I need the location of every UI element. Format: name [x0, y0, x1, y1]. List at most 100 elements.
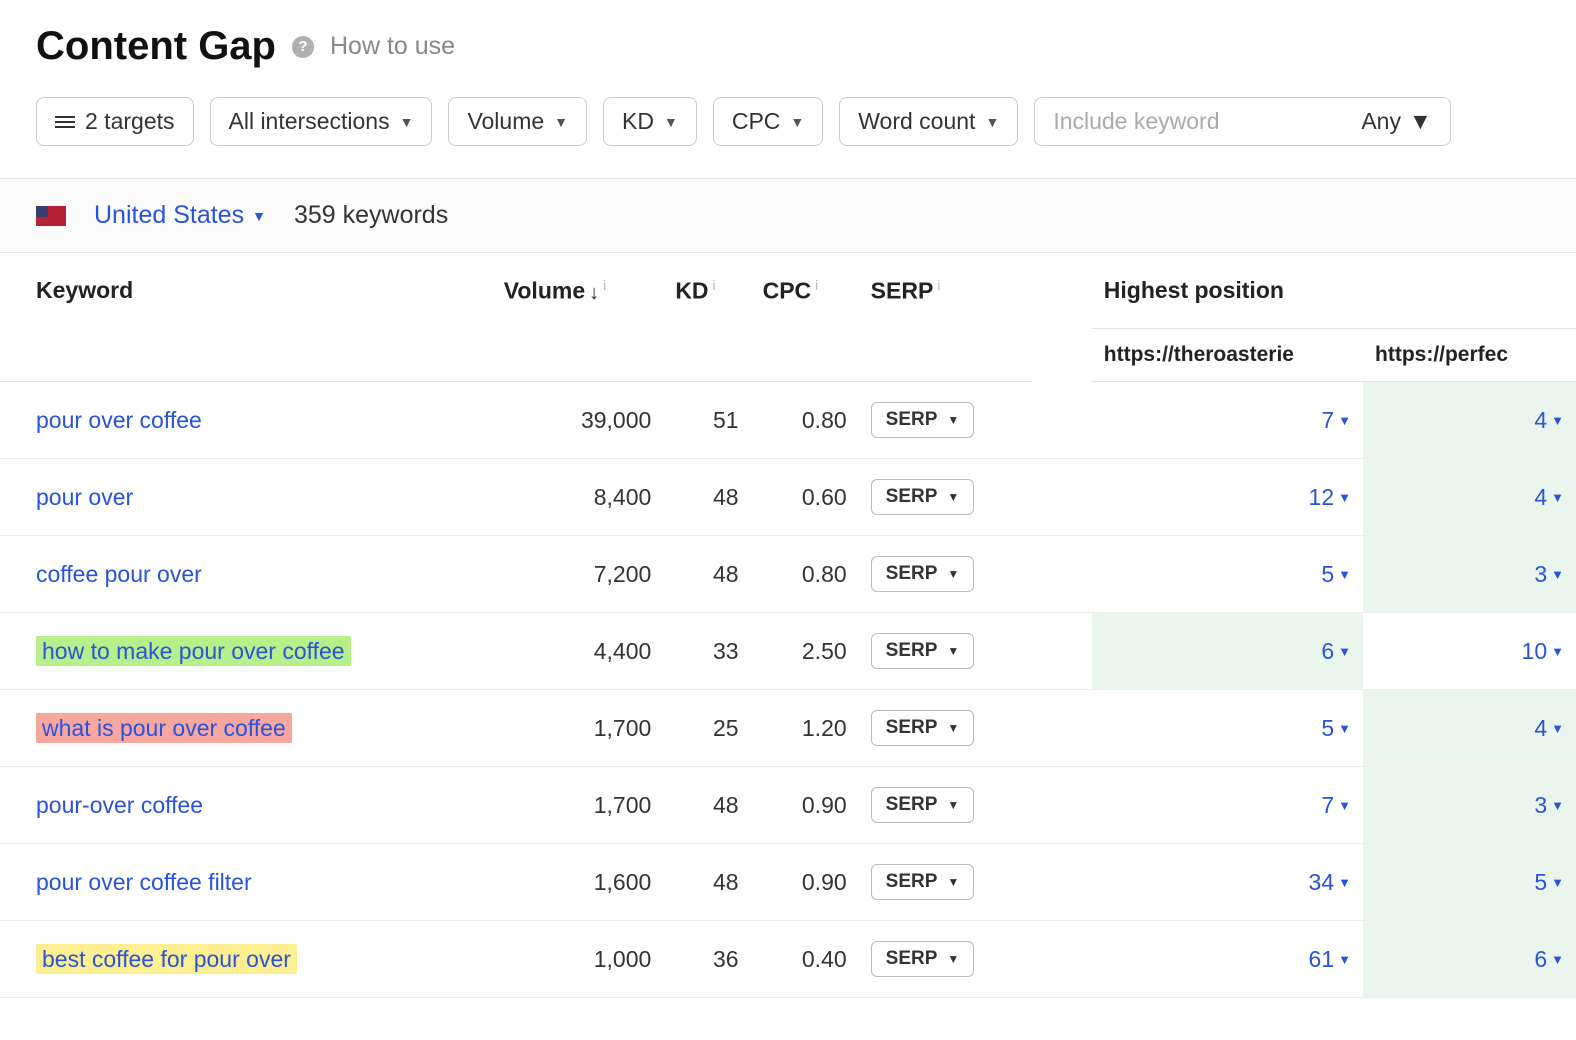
col-cpc[interactable]: CPCi: [751, 253, 859, 382]
serp-button[interactable]: SERP▼: [871, 787, 975, 823]
country-selector[interactable]: United States ▼: [94, 201, 266, 230]
col-volume-label: Volume: [504, 278, 585, 304]
chevron-down-icon: ▼: [947, 644, 959, 658]
cpc-filter[interactable]: CPC ▼: [713, 97, 823, 146]
table-row: best coffee for pour over1,000360.40SERP…: [0, 921, 1576, 998]
serp-button[interactable]: SERP▼: [871, 633, 975, 669]
position-target2[interactable]: 3▼: [1534, 792, 1564, 819]
targets-filter[interactable]: 2 targets: [36, 97, 194, 146]
volume-cell: 8,400: [492, 459, 664, 536]
target2-header[interactable]: https://perfec: [1363, 329, 1576, 382]
col-cpc-label: CPC: [763, 278, 812, 304]
chevron-down-icon: ▼: [947, 490, 959, 504]
cpc-cell: 0.40: [751, 921, 859, 998]
chevron-down-icon: ▼: [1551, 644, 1564, 659]
serp-label: SERP: [886, 563, 938, 585]
chevron-down-icon: ▼: [985, 114, 999, 130]
chevron-down-icon: ▼: [1551, 490, 1564, 505]
keyword-link[interactable]: how to make pour over coffee: [36, 636, 351, 666]
keyword-count: 359 keywords: [294, 201, 448, 230]
kd-cell: 51: [663, 382, 750, 459]
how-to-use-link[interactable]: How to use: [330, 32, 455, 61]
position-target1[interactable]: 12▼: [1309, 484, 1351, 511]
position-target2[interactable]: 3▼: [1534, 561, 1564, 588]
position-target2[interactable]: 6▼: [1534, 946, 1564, 973]
keyword-link[interactable]: best coffee for pour over: [36, 944, 297, 974]
volume-cell: 1,600: [492, 844, 664, 921]
serp-button[interactable]: SERP▼: [871, 479, 975, 515]
kd-cell: 48: [663, 767, 750, 844]
chevron-down-icon: ▼: [1409, 108, 1432, 135]
chevron-down-icon: ▼: [400, 114, 414, 130]
position-target1[interactable]: 34▼: [1309, 869, 1351, 896]
keyword-link[interactable]: pour-over coffee: [36, 792, 203, 818]
kd-label: KD: [622, 108, 654, 135]
kd-cell: 48: [663, 844, 750, 921]
volume-cell: 1,700: [492, 767, 664, 844]
keyword-link[interactable]: what is pour over coffee: [36, 713, 292, 743]
include-mode-dropdown[interactable]: Any ▼: [1361, 108, 1431, 135]
serp-button[interactable]: SERP▼: [871, 864, 975, 900]
position-target1[interactable]: 5▼: [1321, 561, 1351, 588]
col-kd[interactable]: KDi: [663, 253, 750, 382]
position-target1[interactable]: 7▼: [1321, 407, 1351, 434]
kd-cell: 48: [663, 459, 750, 536]
col-volume[interactable]: Volume↓i: [492, 253, 664, 382]
keyword-link[interactable]: pour over: [36, 484, 133, 510]
help-icon[interactable]: ?: [292, 36, 314, 58]
position-target1[interactable]: 7▼: [1321, 792, 1351, 819]
position-target1[interactable]: 61▼: [1309, 946, 1351, 973]
chevron-down-icon: ▼: [1551, 721, 1564, 736]
chevron-down-icon: ▼: [1551, 567, 1564, 582]
serp-button[interactable]: SERP▼: [871, 402, 975, 438]
keyword-link[interactable]: pour over coffee filter: [36, 869, 252, 895]
word-count-label: Word count: [858, 108, 975, 135]
sort-desc-icon: ↓: [589, 282, 599, 304]
target1-header[interactable]: https://theroasterie: [1092, 329, 1363, 382]
info-icon[interactable]: i: [603, 277, 606, 293]
chevron-down-icon: ▼: [1338, 644, 1351, 659]
col-serp[interactable]: SERPi: [859, 253, 1032, 382]
position-target2[interactable]: 4▼: [1534, 715, 1564, 742]
info-icon[interactable]: i: [815, 277, 818, 293]
cpc-cell: 0.60: [751, 459, 859, 536]
targets-label: 2 targets: [85, 108, 175, 135]
cpc-cell: 2.50: [751, 613, 859, 690]
keyword-link[interactable]: coffee pour over: [36, 561, 202, 587]
table-row: what is pour over coffee 1,700251.20 SERP▼…: [0, 690, 1576, 767]
col-highest-position: Highest position: [1092, 253, 1576, 329]
cpc-cell: 1.20: [751, 690, 859, 767]
info-icon[interactable]: i: [713, 277, 716, 293]
chevron-down-icon: ▼: [947, 413, 959, 427]
chevron-down-icon: ▼: [1551, 875, 1564, 890]
position-target1[interactable]: 6▼: [1321, 638, 1351, 665]
kd-cell: 25: [663, 690, 750, 767]
word-count-filter[interactable]: Word count ▼: [839, 97, 1018, 146]
include-keyword-input[interactable]: [1053, 108, 1349, 135]
serp-button[interactable]: SERP▼: [871, 556, 975, 592]
position-target2[interactable]: 4▼: [1534, 407, 1564, 434]
chevron-down-icon: ▼: [947, 875, 959, 889]
chevron-down-icon: ▼: [1551, 413, 1564, 428]
col-keyword[interactable]: Keyword: [0, 253, 492, 382]
volume-cell: 1,700: [492, 690, 664, 767]
kd-filter[interactable]: KD ▼: [603, 97, 697, 146]
position-target2[interactable]: 10▼: [1522, 638, 1564, 665]
include-keyword-filter[interactable]: Any ▼: [1034, 97, 1450, 146]
chevron-down-icon: ▼: [1338, 798, 1351, 813]
volume-label: Volume: [467, 108, 544, 135]
intersections-filter[interactable]: All intersections ▼: [210, 97, 433, 146]
serp-button[interactable]: SERP▼: [871, 941, 975, 977]
position-target2[interactable]: 4▼: [1534, 484, 1564, 511]
info-icon[interactable]: i: [937, 277, 940, 293]
chevron-down-icon: ▼: [1338, 952, 1351, 967]
volume-filter[interactable]: Volume ▼: [448, 97, 587, 146]
keyword-link[interactable]: pour over coffee: [36, 407, 202, 433]
chevron-down-icon: ▼: [664, 114, 678, 130]
position-target1[interactable]: 5▼: [1321, 715, 1351, 742]
serp-button[interactable]: SERP▼: [871, 710, 975, 746]
chevron-down-icon: ▼: [1338, 721, 1351, 736]
table-row: coffee pour over7,200480.80SERP▼5▼3▼: [0, 536, 1576, 613]
position-target2[interactable]: 5▼: [1534, 869, 1564, 896]
volume-cell: 4,400: [492, 613, 664, 690]
